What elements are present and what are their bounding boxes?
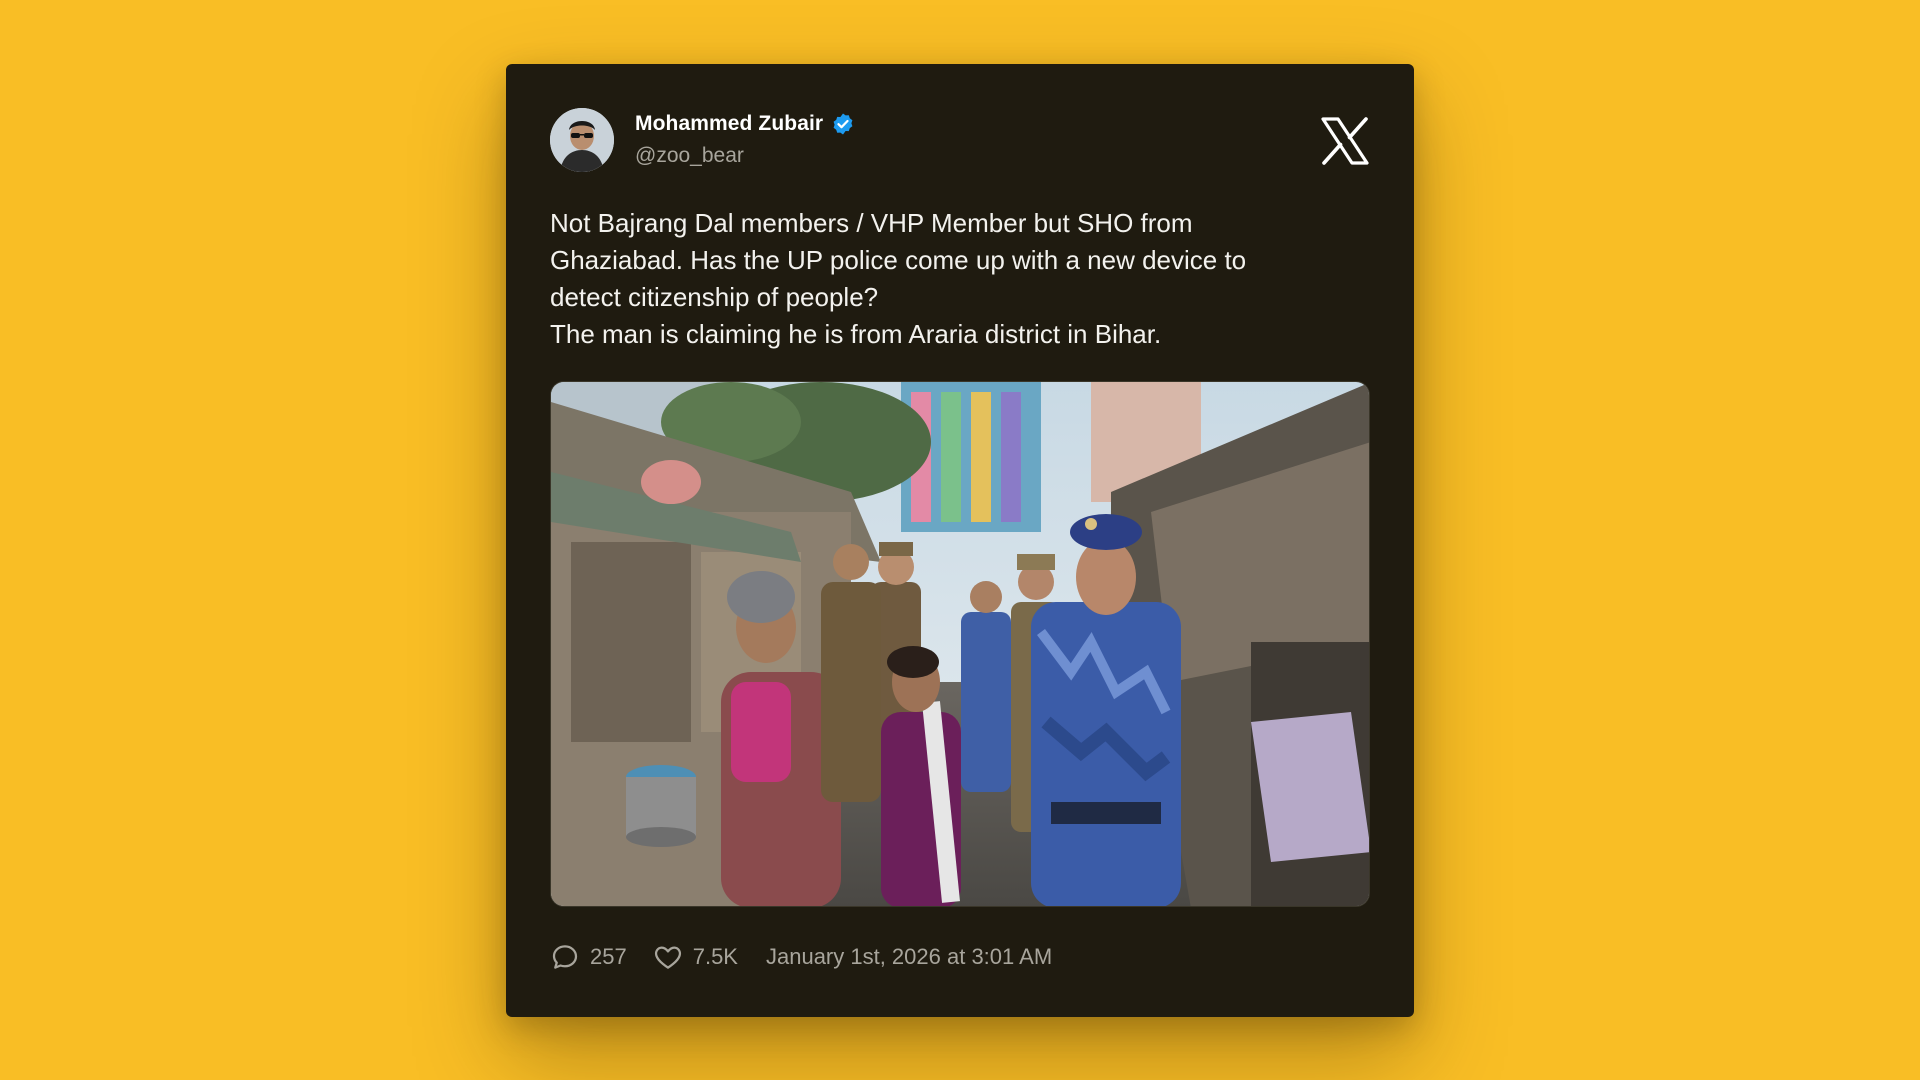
author-name-row: Mohammed Zubair	[635, 112, 855, 136]
author-handle[interactable]: @zoo_bear	[635, 144, 744, 168]
tweet-timestamp[interactable]: January 1st, 2026 at 3:01 AM	[766, 944, 1052, 970]
x-logo-icon[interactable]	[1320, 116, 1370, 166]
author-avatar[interactable]	[550, 108, 614, 172]
reply-count: 257	[590, 944, 627, 969]
tweet-card: Mohammed Zubair @zoo_bear Not Bajrang Da…	[506, 64, 1414, 1017]
author-display-name[interactable]: Mohammed Zubair	[635, 112, 823, 136]
tweet-media[interactable]	[550, 381, 1370, 907]
tweet-text-line: Not Bajrang Dal members / VHP Member but…	[550, 208, 1193, 238]
verified-badge-icon	[831, 112, 855, 136]
tweet-text-line: Ghaziabad. Has the UP police come up wit…	[550, 245, 1247, 275]
heart-icon	[654, 946, 681, 969]
reply-button[interactable]: 257	[550, 942, 627, 972]
like-count: 7.5K	[692, 944, 738, 969]
reply-icon	[552, 945, 578, 969]
like-button[interactable]: 7.5K	[653, 942, 738, 972]
tweet-text-line: The man is claiming he is from Araria di…	[550, 319, 1162, 349]
tweet-footer: 257 7.5K January 1st, 2026 at 3:01 AM	[550, 939, 1052, 975]
tweet-text-line: detect citizenship of people?	[550, 282, 879, 312]
tweet-body: Not Bajrang Dal members / VHP Member but…	[550, 205, 1370, 353]
